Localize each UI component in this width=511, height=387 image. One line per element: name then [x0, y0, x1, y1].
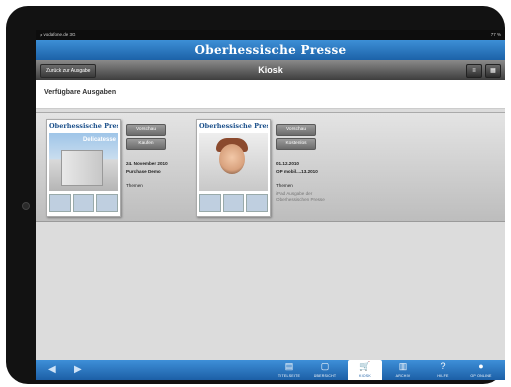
tab-label: ÜBERSICHT: [313, 374, 337, 378]
list-view-icon[interactable]: ≡: [466, 64, 482, 78]
tab-label: TITELSEITE: [277, 374, 301, 378]
next-arrow-icon[interactable]: ▶: [74, 363, 82, 377]
help-icon: ?: [440, 361, 446, 371]
brand-logo: Oberhessische Presse: [194, 43, 347, 57]
tab-label: OP ONLINE: [470, 374, 492, 378]
cover-building-image: [61, 150, 103, 186]
carrier-label: ᵢₗₗ vodafone.de 3G: [40, 32, 76, 37]
issue-cover[interactable]: Oberhessische Presse Delicatesse: [46, 119, 121, 217]
section-title: Verfügbare Ausgaben: [44, 89, 117, 96]
tab-uebersicht[interactable]: ▢ ÜBERSICHT: [308, 360, 342, 380]
issue-themen: Themen: [126, 183, 143, 188]
archive-icon: ▥: [398, 361, 408, 371]
issue-date: 01.12.2010: [276, 161, 299, 166]
issue-shelf: Oberhessische Presse Delicatesse Vorscha…: [36, 112, 505, 222]
cover-masthead: Oberhessische Presse: [49, 122, 118, 130]
cover-teaser-strip: [199, 194, 269, 212]
tab-op-online[interactable]: ● OP ONLINE: [464, 360, 498, 380]
back-button[interactable]: Zurück zur Ausgabe: [40, 64, 97, 78]
battery-label: 77 %: [490, 32, 501, 37]
issue-card: Oberhessische Presse Delicatesse Vorscha…: [46, 119, 196, 217]
tab-label: HILFE: [437, 374, 449, 378]
screen: ᵢₗₗ vodafone.de 3G 77 % Oberhessische Pr…: [36, 30, 505, 380]
page-title: Kiosk: [258, 65, 283, 75]
tab-bar: ◀ ▶ ▤ TITELSEITE ▢ ÜBERSICHT 🛒 KIOSK ▥ A…: [36, 360, 505, 380]
navigation-bar: Zurück zur Ausgabe Kiosk ≡ ▦: [36, 60, 505, 80]
tab-hilfe[interactable]: ? HILFE: [426, 360, 460, 380]
status-bar: ᵢₗₗ vodafone.de 3G 77 %: [36, 30, 505, 40]
grid-view-icon[interactable]: ▦: [485, 64, 501, 78]
issue-name: OP mobil....13.2010: [276, 169, 318, 174]
front-page-icon: ▤: [284, 361, 294, 371]
issue-cover[interactable]: Oberhessische Presse: [196, 119, 271, 217]
cover-headline: Delicatesse: [82, 137, 116, 143]
device-bezel: ᵢₗₗ vodafone.de 3G 77 % Oberhessische Pr…: [6, 6, 505, 384]
cover-masthead: Oberhessische Presse: [199, 122, 268, 130]
overview-icon: ▢: [320, 361, 330, 371]
brand-bar: Oberhessische Presse: [36, 40, 505, 60]
cart-icon: 🛒: [359, 361, 371, 371]
preview-button[interactable]: Vorschau: [276, 124, 316, 136]
globe-icon: ●: [478, 361, 484, 371]
issue-name: Purchase Demo: [126, 169, 161, 174]
tab-kiosk[interactable]: 🛒 KIOSK: [348, 360, 382, 380]
tab-label: ARCHIV: [395, 374, 411, 378]
tab-label: KIOSK: [359, 374, 371, 378]
camera-icon: [22, 202, 30, 210]
buy-button[interactable]: Kaufen: [126, 138, 166, 150]
free-download-button[interactable]: Kostenlos: [276, 138, 316, 150]
section-header: Verfügbare Ausgaben: [36, 80, 505, 109]
tab-titelseite[interactable]: ▤ TITELSEITE: [272, 360, 306, 380]
preview-button[interactable]: Vorschau: [126, 124, 166, 136]
previous-arrow-icon[interactable]: ◀: [48, 363, 56, 377]
issue-card: Oberhessische Presse Vorschau Kostenlos …: [196, 119, 346, 217]
cover-portrait-image: [219, 144, 245, 174]
issue-themen: Themen: [276, 183, 293, 188]
issue-description: iPad Ausgabe der Oberhessischen Presse: [276, 191, 325, 202]
cover-teaser-strip: [49, 194, 119, 212]
issue-date: 24. November 2010: [126, 161, 168, 166]
tab-archiv[interactable]: ▥ ARCHIV: [386, 360, 420, 380]
